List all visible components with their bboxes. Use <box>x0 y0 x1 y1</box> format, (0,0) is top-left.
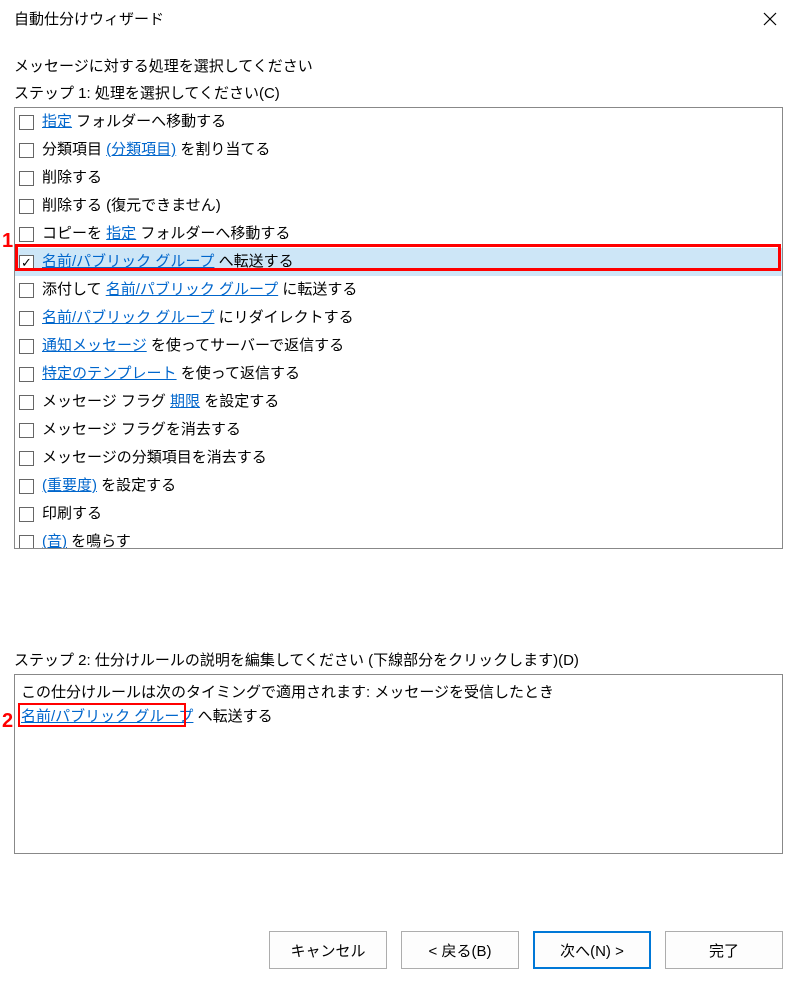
action-checkbox[interactable] <box>19 283 34 298</box>
button-bar: キャンセル < 戻る(B) 次へ(N) > 完了 <box>269 931 783 969</box>
action-label: メッセージの分類項目を消去する <box>42 446 267 470</box>
titlebar: 自動仕分けウィザード <box>0 0 797 37</box>
step2-label: ステップ 2: 仕分けルールの説明を編集してください (下線部分をクリックします… <box>14 649 783 670</box>
desc-line-2-post: へ転送する <box>193 708 272 725</box>
action-item-9[interactable]: 特定のテンプレート を使って返信する <box>15 360 782 388</box>
action-link[interactable]: (重要度) <box>42 477 97 494</box>
action-link[interactable]: 名前/パブリック グループ <box>106 281 278 298</box>
action-checkbox[interactable] <box>19 535 34 550</box>
action-label: 名前/パブリック グループ へ転送する <box>42 250 294 274</box>
action-item-15[interactable]: (音) を鳴らす <box>15 528 782 549</box>
action-item-5[interactable]: 名前/パブリック グループ へ転送する <box>15 248 782 276</box>
actions-listbox[interactable]: 指定 フォルダーへ移動する分類項目 (分類項目) を割り当てる削除する削除する … <box>14 107 783 549</box>
action-checkbox[interactable] <box>19 395 34 410</box>
action-label: 通知メッセージ を使ってサーバーで返信する <box>42 334 344 358</box>
action-item-2[interactable]: 削除する <box>15 164 782 192</box>
action-label: 名前/パブリック グループ にリダイレクトする <box>42 306 354 330</box>
action-item-13[interactable]: (重要度) を設定する <box>15 472 782 500</box>
action-checkbox[interactable] <box>19 311 34 326</box>
action-checkbox[interactable] <box>19 479 34 494</box>
action-item-0[interactable]: 指定 フォルダーへ移動する <box>15 108 782 136</box>
action-checkbox[interactable] <box>19 227 34 242</box>
action-label: 特定のテンプレート を使って返信する <box>42 362 300 386</box>
action-checkbox[interactable] <box>19 255 34 270</box>
action-label: (重要度) を設定する <box>42 474 176 498</box>
cancel-button[interactable]: キャンセル <box>269 931 387 969</box>
action-label: 指定 フォルダーへ移動する <box>42 110 226 134</box>
action-link[interactable]: 特定のテンプレート <box>42 365 177 382</box>
action-checkbox[interactable] <box>19 143 34 158</box>
action-item-8[interactable]: 通知メッセージ を使ってサーバーで返信する <box>15 332 782 360</box>
action-link[interactable]: 期限 <box>170 393 200 410</box>
action-checkbox[interactable] <box>19 199 34 214</box>
rule-description-box: この仕分けルールは次のタイミングで適用されます: メッセージを受信したとき 名前… <box>14 674 783 854</box>
action-label: 添付して 名前/パブリック グループ に転送する <box>42 278 357 302</box>
dialog-content: メッセージに対する処理を選択してください ステップ 1: 処理を選択してください… <box>0 37 797 854</box>
action-link[interactable]: (分類項目) <box>106 141 176 158</box>
action-label: コピーを 指定 フォルダーへ移動する <box>42 222 290 246</box>
action-item-3[interactable]: 削除する (復元できません) <box>15 192 782 220</box>
action-checkbox[interactable] <box>19 171 34 186</box>
action-item-6[interactable]: 添付して 名前/パブリック グループ に転送する <box>15 276 782 304</box>
action-label: (音) を鳴らす <box>42 530 131 549</box>
action-link[interactable]: 名前/パブリック グループ <box>42 309 214 326</box>
action-checkbox[interactable] <box>19 367 34 382</box>
action-checkbox[interactable] <box>19 423 34 438</box>
action-item-11[interactable]: メッセージ フラグを消去する <box>15 416 782 444</box>
window-title: 自動仕分けウィザード <box>14 8 164 29</box>
action-item-7[interactable]: 名前/パブリック グループ にリダイレクトする <box>15 304 782 332</box>
annotation-number-2: 2 <box>2 710 13 733</box>
action-link[interactable]: 指定 <box>42 113 72 130</box>
action-checkbox[interactable] <box>19 451 34 466</box>
action-label: メッセージ フラグ 期限 を設定する <box>42 390 279 414</box>
step1-label: ステップ 1: 処理を選択してください(C) <box>14 82 783 103</box>
action-label: 印刷する <box>42 502 102 526</box>
action-label: 分類項目 (分類項目) を割り当てる <box>42 138 270 162</box>
desc-line-2: 名前/パブリック グループ へ転送する <box>21 705 776 729</box>
action-item-10[interactable]: メッセージ フラグ 期限 を設定する <box>15 388 782 416</box>
back-button[interactable]: < 戻る(B) <box>401 931 519 969</box>
action-item-14[interactable]: 印刷する <box>15 500 782 528</box>
annotation-number-1: 1 <box>2 230 13 253</box>
action-checkbox[interactable] <box>19 507 34 522</box>
instruction-text: メッセージに対する処理を選択してください <box>14 55 783 76</box>
action-label: 削除する (復元できません) <box>42 194 221 218</box>
close-icon[interactable] <box>757 10 783 28</box>
action-label: メッセージ フラグを消去する <box>42 418 241 442</box>
action-item-4[interactable]: コピーを 指定 フォルダーへ移動する <box>15 220 782 248</box>
desc-link-recipient[interactable]: 名前/パブリック グループ <box>21 708 193 725</box>
action-link[interactable]: 通知メッセージ <box>42 337 147 354</box>
action-link[interactable]: 指定 <box>106 225 136 242</box>
action-checkbox[interactable] <box>19 339 34 354</box>
action-item-1[interactable]: 分類項目 (分類項目) を割り当てる <box>15 136 782 164</box>
action-link[interactable]: (音) <box>42 533 67 549</box>
action-label: 削除する <box>42 166 102 190</box>
desc-line-1: この仕分けルールは次のタイミングで適用されます: メッセージを受信したとき <box>21 681 776 705</box>
finish-button[interactable]: 完了 <box>665 931 783 969</box>
action-item-12[interactable]: メッセージの分類項目を消去する <box>15 444 782 472</box>
step2-section: ステップ 2: 仕分けルールの説明を編集してください (下線部分をクリックします… <box>14 649 783 854</box>
action-link[interactable]: 名前/パブリック グループ <box>42 253 214 270</box>
next-button[interactable]: 次へ(N) > <box>533 931 651 969</box>
action-checkbox[interactable] <box>19 115 34 130</box>
